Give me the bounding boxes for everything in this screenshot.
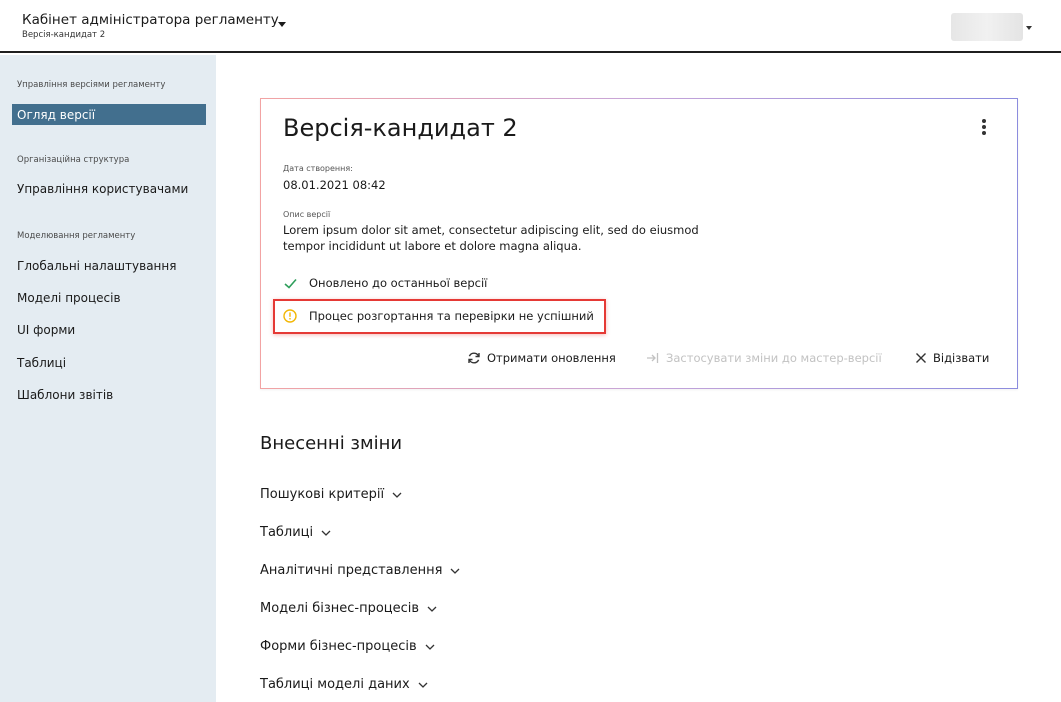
- close-icon: [915, 352, 927, 364]
- user-menu-caret-icon[interactable]: [1026, 26, 1032, 30]
- check-icon: [283, 276, 297, 290]
- accordion-business-process-models[interactable]: Моделі бізнес-процесів: [260, 601, 437, 616]
- user-avatar[interactable]: [951, 13, 1023, 41]
- accordion-tables[interactable]: Таблиці: [260, 525, 331, 540]
- sidebar-section-title: Управління версіями регламенту: [17, 80, 166, 90]
- status-deploy-failed: Процес розгортання та перевірки не успіш…: [283, 309, 594, 323]
- accordion-label: Пошукові критерії: [260, 487, 385, 502]
- accordion-business-process-forms[interactable]: Форми бізнес-процесів: [260, 639, 435, 654]
- accordion-label: Таблиці: [260, 525, 314, 540]
- chevron-down-icon: [450, 568, 460, 574]
- chevron-down-icon: [392, 492, 402, 498]
- refresh-icon: [467, 351, 481, 365]
- warning-icon: [283, 309, 297, 323]
- version-title: Версія-кандидат 2: [283, 114, 518, 142]
- status-up-to-date: Оновлено до останньої версії: [283, 276, 487, 290]
- get-updates-label: Отримати оновлення: [487, 351, 616, 365]
- version-card: Версія-кандидат 2 Дата створення: 08.01.…: [260, 98, 1018, 389]
- app-subtitle: Версія-кандидат 2: [22, 30, 106, 40]
- app-header: Кабінет адміністратора регламенту Версія…: [0, 0, 1061, 53]
- status-ok-text: Оновлено до останньої версії: [309, 276, 488, 290]
- chevron-down-icon: [427, 606, 437, 612]
- chevron-down-icon: [425, 644, 435, 650]
- sidebar-item-global-settings[interactable]: Глобальні налаштування: [17, 259, 176, 273]
- sidebar-item-process-models[interactable]: Моделі процесів: [17, 291, 121, 305]
- accordion-data-model-tables[interactable]: Таблиці моделі даних: [260, 677, 428, 692]
- sidebar-item-report-templates[interactable]: Шаблони звітів: [17, 388, 113, 402]
- sidebar-item-ui-forms[interactable]: UI форми: [17, 323, 75, 337]
- revoke-button[interactable]: Відізвати: [915, 351, 989, 365]
- accordion-label: Таблиці моделі даних: [260, 677, 410, 692]
- sidebar-item-user-management[interactable]: Управління користувачами: [17, 182, 188, 196]
- description-line: Lorem ipsum dolor sit amet, consectetur …: [283, 223, 699, 237]
- app-switcher-caret-icon[interactable]: [278, 22, 286, 27]
- description-label: Опис версії: [283, 210, 331, 219]
- changes-section-title: Внесенні зміни: [260, 433, 403, 454]
- accordion-search-criteria[interactable]: Пошукові критерії: [260, 487, 402, 502]
- created-date-value: 08.01.2021 08:42: [283, 178, 386, 192]
- chevron-down-icon: [418, 682, 428, 688]
- apply-arrow-icon: [646, 351, 660, 365]
- status-warning-text: Процес розгортання та перевірки не успіш…: [309, 309, 594, 323]
- created-date-label: Дата створення:: [283, 164, 353, 173]
- apply-to-master-label: Застосувати зміни до мастер-версії: [666, 351, 882, 365]
- sidebar-item-tables[interactable]: Таблиці: [17, 356, 66, 370]
- sidebar-section-title: Організаційна структура: [17, 155, 130, 165]
- sidebar-section-title: Моделювання регламенту: [17, 231, 136, 241]
- sidebar-item-version-overview[interactable]: Огляд версії: [12, 104, 206, 125]
- accordion-analytical-views[interactable]: Аналітичні представлення: [260, 563, 460, 578]
- description-line: tempor incididunt ut labore et dolore ma…: [283, 239, 582, 253]
- accordion-label: Аналітичні представлення: [260, 563, 443, 578]
- apply-to-master-button[interactable]: Застосувати зміни до мастер-версії: [646, 351, 882, 365]
- get-updates-button[interactable]: Отримати оновлення: [467, 351, 616, 365]
- sidebar: Управління версіями регламенту Огляд вер…: [0, 55, 216, 702]
- accordion-label: Форми бізнес-процесів: [260, 639, 417, 654]
- more-options-icon[interactable]: [981, 119, 987, 137]
- revoke-label: Відізвати: [933, 351, 990, 365]
- chevron-down-icon: [321, 530, 331, 536]
- app-title[interactable]: Кабінет адміністратора регламенту: [22, 12, 279, 28]
- accordion-label: Моделі бізнес-процесів: [260, 601, 420, 616]
